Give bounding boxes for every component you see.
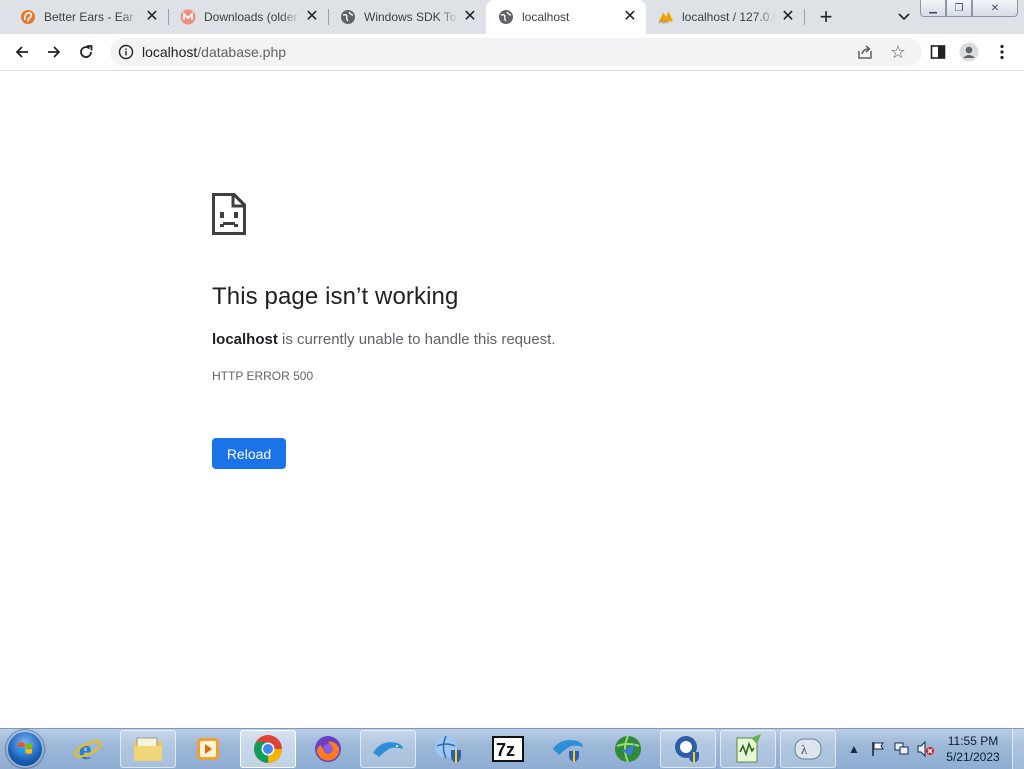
url-host: localhost [142, 44, 198, 60]
error-message: localhost is currently unable to handle … [212, 331, 556, 348]
url-path: /database.php [197, 44, 287, 60]
volume-muted-icon[interactable] [916, 739, 936, 759]
restore-icon[interactable]: ❐ [946, 0, 972, 17]
back-arrow-icon[interactable] [10, 40, 34, 64]
bookmark-star-icon[interactable]: ☆ [888, 42, 908, 62]
dolphin-icon[interactable] [360, 730, 416, 768]
url-text[interactable]: localhost/database.php [142, 44, 286, 60]
7zip-icon[interactable]: 7z [480, 730, 536, 768]
tab-title: Downloads (older [204, 10, 298, 24]
menu-kebab-icon[interactable] [992, 42, 1012, 62]
clock-time: 11:55 PM [947, 734, 999, 748]
tab-downloads[interactable]: Downloads (older ✕ [168, 0, 328, 34]
svg-text:λ⃝: λ⃝ [801, 742, 817, 757]
reload-button[interactable]: Reload [212, 438, 286, 469]
tab-localhost-active[interactable]: localhost ✕ [486, 0, 646, 34]
svg-text:PMA: PMA [659, 20, 669, 25]
globe-icon [498, 9, 514, 25]
chrome-icon[interactable] [240, 730, 296, 768]
clock-date: 5/21/2023 [946, 750, 1000, 764]
tab-title: Windows SDK Tool [364, 10, 458, 24]
share-icon[interactable] [856, 43, 874, 61]
reload-icon[interactable] [74, 40, 98, 64]
info-icon[interactable] [118, 44, 134, 60]
tab-search-chevron-icon[interactable] [894, 7, 914, 27]
minimize-icon[interactable]: ▁ [920, 0, 946, 17]
system-tray: ▲ [842, 729, 938, 769]
dolphin-shield-icon[interactable] [540, 730, 596, 768]
forward-arrow-icon[interactable] [42, 40, 66, 64]
new-tab-button[interactable]: + [814, 5, 838, 29]
error-message-text: is currently unable to handle this reque… [277, 331, 556, 348]
network-shield-icon[interactable] [420, 730, 476, 768]
xampp-icon[interactable]: λ⃝ [780, 730, 836, 768]
taskbar-clock[interactable]: 11:55 PM 5/21/2023 [938, 733, 1008, 765]
browser-toolbar: localhost/database.php ☆ [0, 34, 1024, 71]
page-content: This page isn’t working localhost is cur… [0, 71, 1024, 728]
window-close-icon[interactable]: ✕ [972, 0, 1018, 17]
internet-explorer-icon[interactable]: e [60, 730, 116, 768]
globe-download-icon[interactable] [600, 730, 656, 768]
sad-page-icon [212, 193, 246, 235]
profile-avatar-icon[interactable] [959, 42, 979, 62]
update-shield-icon[interactable] [660, 730, 716, 768]
close-icon[interactable]: ✕ [144, 9, 160, 25]
media-player-icon[interactable] [180, 730, 236, 768]
close-icon[interactable]: ✕ [304, 9, 320, 25]
tab-separator [804, 9, 805, 25]
side-panel-icon[interactable] [928, 42, 948, 62]
globe-icon [340, 9, 356, 25]
tab-better-ears[interactable]: Better Ears - Ear Tr ✕ [8, 0, 168, 34]
m-letter-icon [180, 9, 196, 25]
tab-windows-sdk[interactable]: Windows SDK Tool ✕ [328, 0, 486, 34]
error-host: localhost [212, 331, 278, 348]
show-hidden-icons-icon[interactable]: ▲ [844, 739, 864, 759]
close-icon[interactable]: ✕ [462, 9, 478, 25]
window-controls: ▁ ❐ ✕ [920, 0, 1018, 18]
file-explorer-icon[interactable] [120, 730, 176, 768]
svg-text:7z: 7z [496, 740, 515, 760]
tab-title: localhost [522, 10, 570, 24]
start-button[interactable] [6, 730, 44, 768]
error-code: HTTP ERROR 500 [212, 369, 314, 383]
phpmyadmin-icon: PMA [658, 9, 674, 25]
tab-title: localhost / 127.0.0 [682, 10, 776, 24]
error-title: This page isn’t working [212, 283, 459, 310]
show-desktop-button[interactable] [1012, 729, 1024, 769]
tab-phpmyadmin[interactable]: PMA localhost / 127.0.0 ✕ [646, 0, 804, 34]
network-icon[interactable] [892, 739, 912, 759]
svg-text:e: e [79, 735, 91, 764]
close-icon[interactable]: ✕ [622, 9, 638, 25]
better-ears-icon [20, 9, 36, 25]
close-icon[interactable]: ✕ [780, 9, 796, 25]
tab-title: Better Ears - Ear Tr [44, 10, 140, 24]
notepad-icon[interactable] [720, 730, 776, 768]
windows-flag-icon [18, 742, 32, 754]
tab-strip: Better Ears - Ear Tr ✕ Downloads (older … [0, 0, 1024, 34]
firefox-icon[interactable] [300, 730, 356, 768]
windows-taskbar: e 7z λ⃝ ▲ 11:55 PM 5/21/2023 [0, 728, 1024, 769]
action-center-flag-icon[interactable] [868, 739, 888, 759]
address-bar[interactable]: localhost/database.php ☆ [110, 38, 922, 66]
